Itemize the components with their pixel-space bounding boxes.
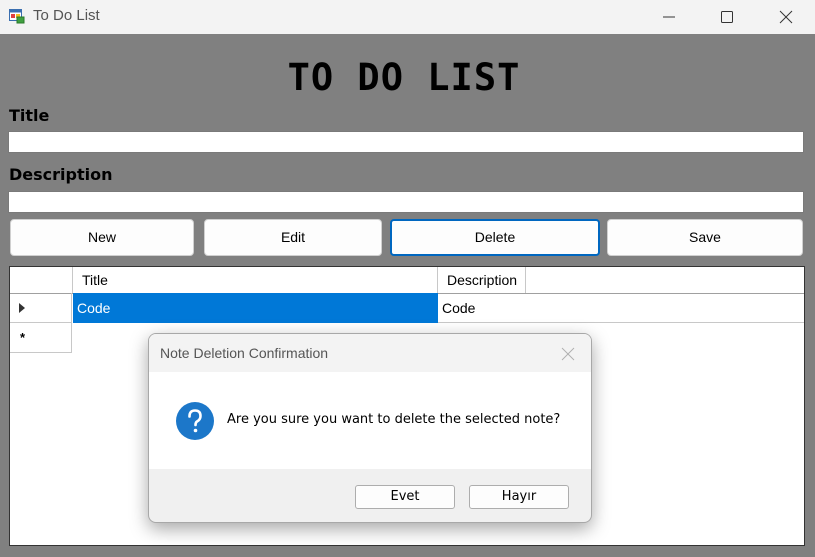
- app-form-icon: [9, 9, 25, 24]
- table-row[interactable]: Code Code: [10, 293, 804, 323]
- edit-button[interactable]: Edit: [204, 219, 382, 256]
- new-button[interactable]: New: [10, 219, 194, 256]
- dialog-message: Are you sure you want to delete the sele…: [227, 412, 561, 427]
- row-selector[interactable]: [10, 293, 72, 323]
- close-icon[interactable]: [561, 347, 575, 361]
- no-button[interactable]: Hayır: [469, 485, 569, 509]
- page-title: TO DO LIST: [287, 56, 521, 99]
- minimize-button[interactable]: [640, 0, 698, 34]
- title-input[interactable]: [8, 131, 804, 153]
- new-row-marker: *: [20, 330, 26, 345]
- cell-title[interactable]: Code: [73, 293, 438, 323]
- window-title-bar[interactable]: To Do List: [0, 0, 815, 34]
- dialog-body: Are you sure you want to delete the sele…: [149, 372, 591, 469]
- delete-confirmation-dialog[interactable]: Note Deletion Confirmation Are you sure …: [148, 333, 592, 523]
- dialog-title-bar[interactable]: Note Deletion Confirmation: [149, 334, 591, 372]
- yes-button[interactable]: Evet: [355, 485, 455, 509]
- description-label: Description: [9, 165, 113, 184]
- close-icon: [779, 10, 793, 24]
- row-header-corner[interactable]: [10, 267, 73, 293]
- column-header-description[interactable]: Description: [438, 267, 526, 293]
- question-icon: [176, 402, 214, 440]
- grid-header: Title Description: [10, 267, 804, 294]
- minimize-icon: [663, 16, 675, 18]
- delete-button[interactable]: Delete: [390, 219, 600, 256]
- row-selector-new[interactable]: *: [10, 323, 72, 353]
- description-input[interactable]: [8, 191, 804, 213]
- title-label: Title: [9, 106, 50, 125]
- dialog-title: Note Deletion Confirmation: [160, 345, 329, 361]
- current-row-arrow-icon: [19, 303, 25, 313]
- column-header-title[interactable]: Title: [73, 267, 438, 293]
- maximize-button[interactable]: [698, 0, 756, 34]
- close-button[interactable]: [757, 0, 815, 34]
- save-button[interactable]: Save: [607, 219, 803, 256]
- maximize-icon: [721, 11, 733, 23]
- cell-description[interactable]: Code: [438, 293, 804, 323]
- window-title: To Do List: [33, 7, 100, 24]
